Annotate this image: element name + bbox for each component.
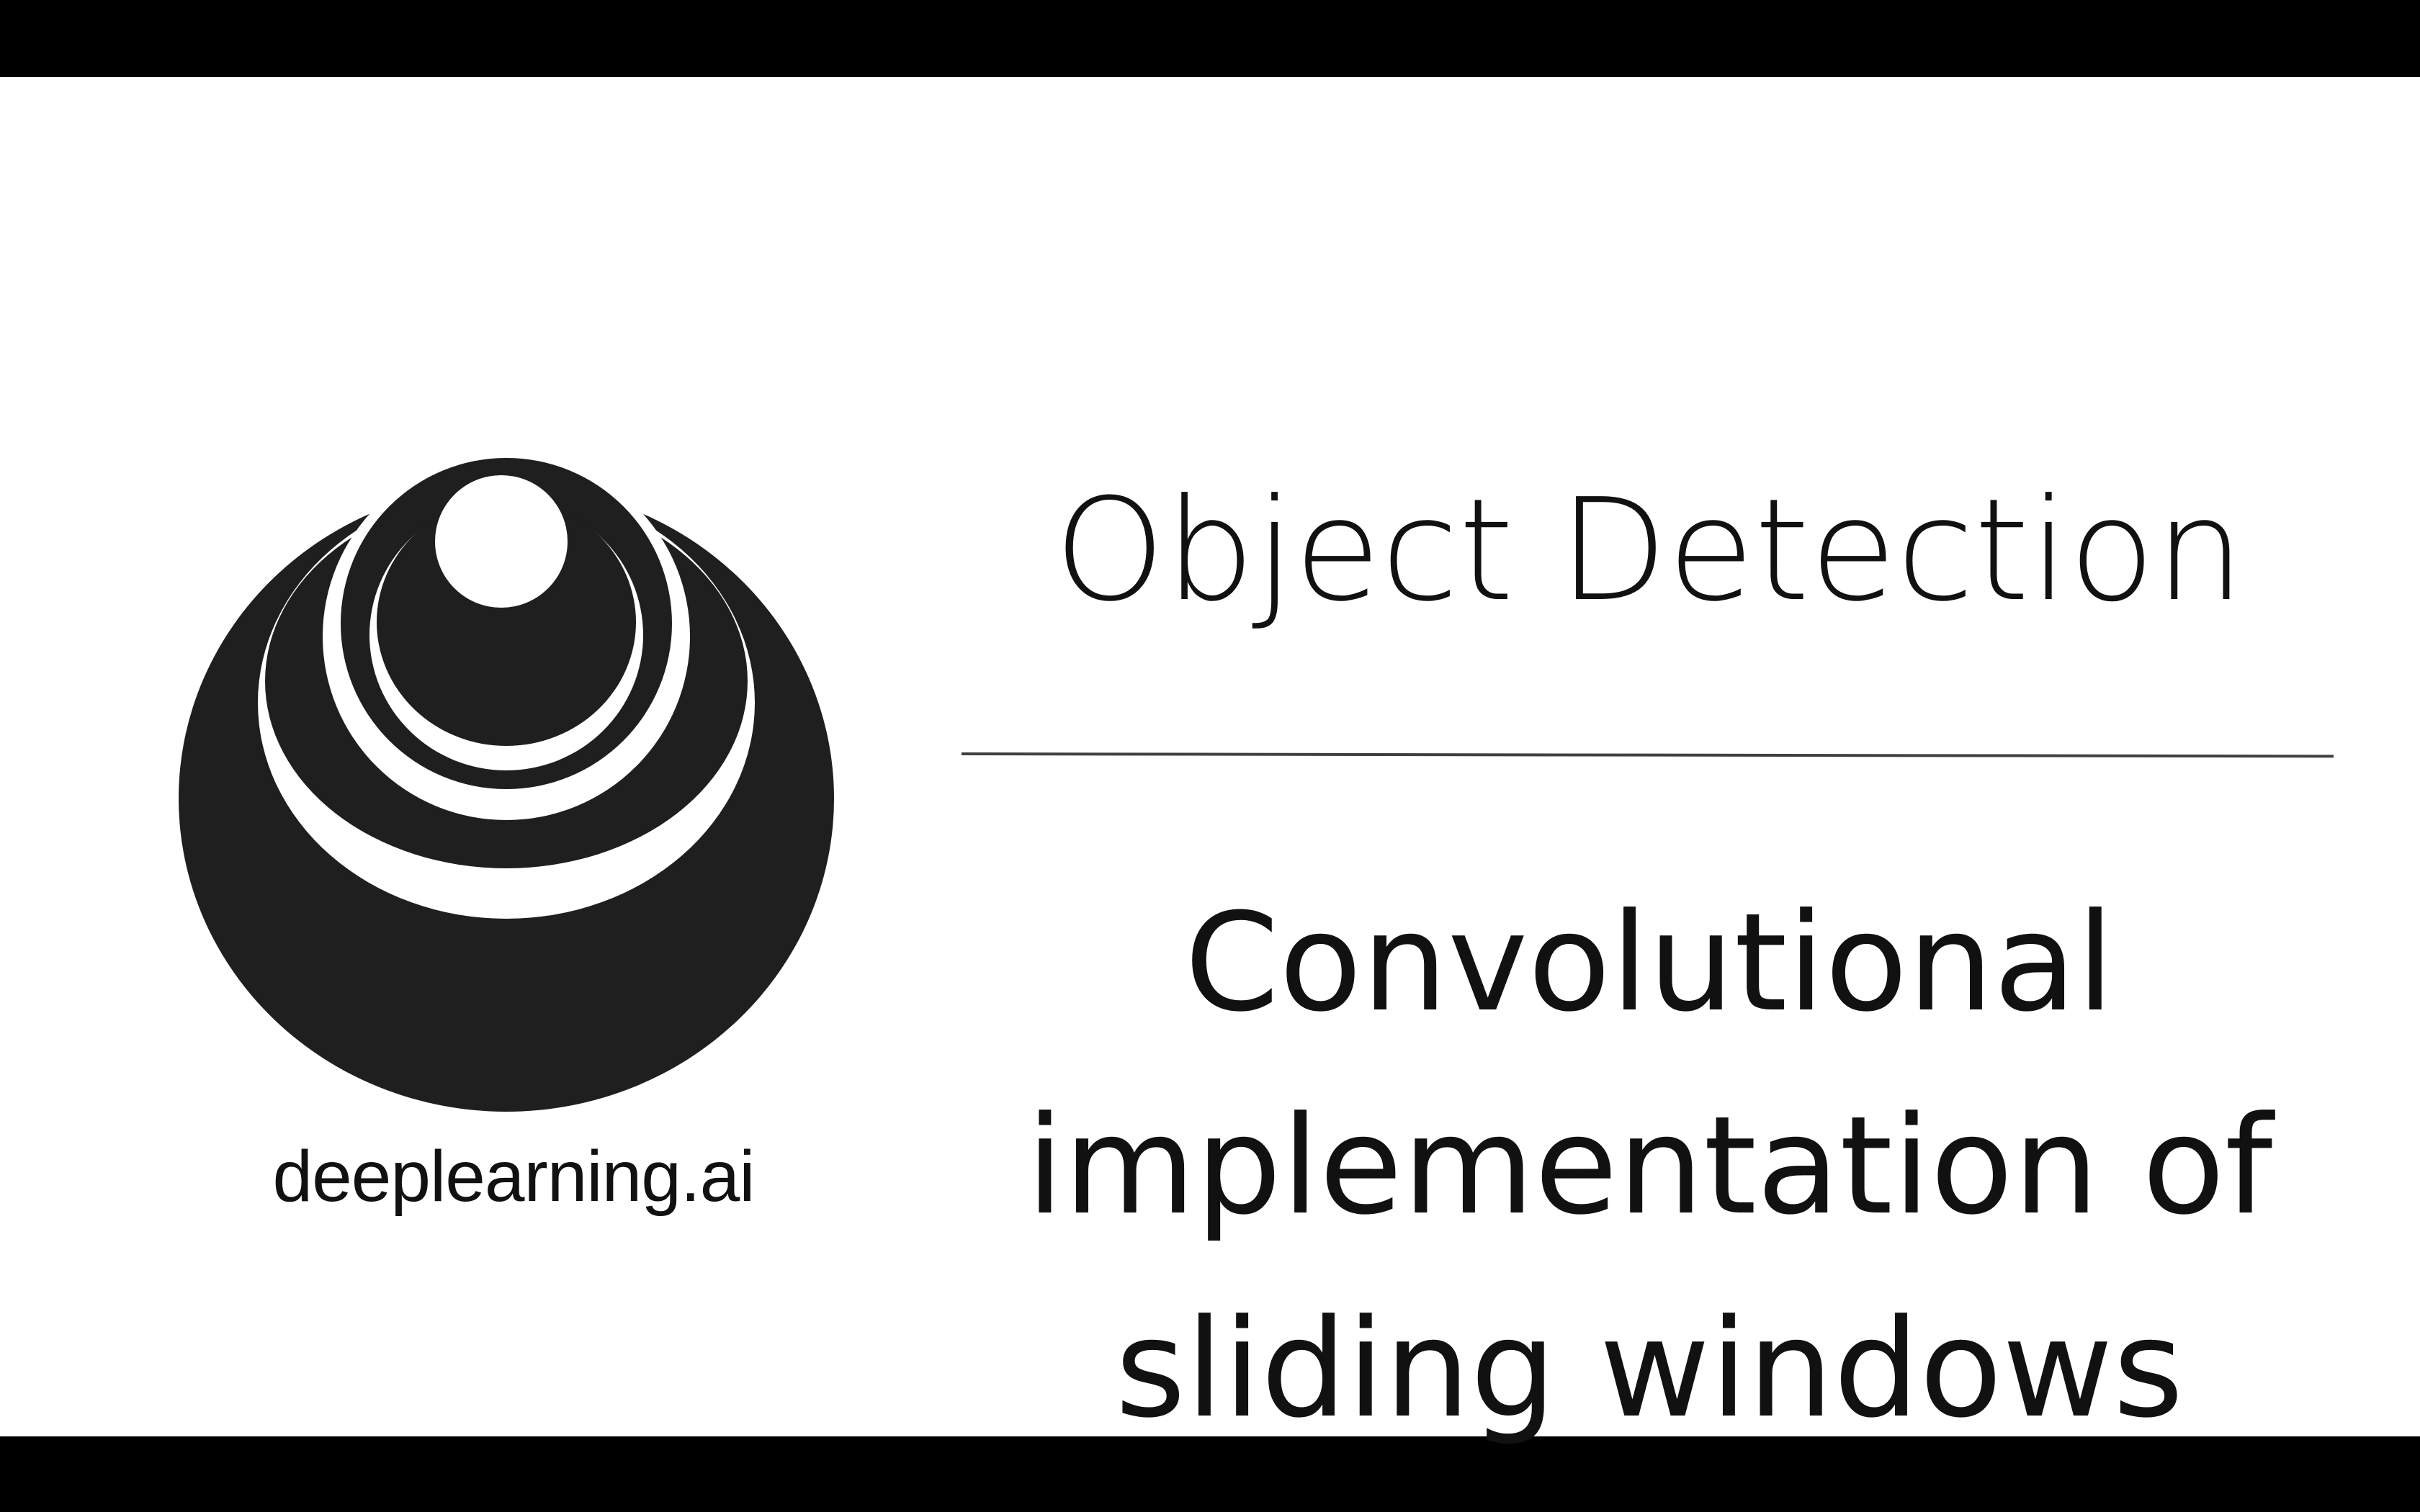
subtitle-line-3: sliding windows: [1115, 1290, 2184, 1448]
slide-subtitle: Convolutional implementation of sliding …: [965, 862, 2334, 1471]
title-divider: [961, 752, 2334, 758]
slide-title: Object Detection: [1054, 469, 2245, 633]
concentric-circles-logo-icon: [179, 453, 834, 1112]
video-frame: deeplearning.ai Object Detection Convolu…: [0, 0, 2420, 1512]
subtitle-line-2: implementation of: [1026, 1087, 2273, 1245]
subtitle-line-1: Convolutional: [1184, 884, 2115, 1042]
logo-center-dot: [435, 475, 568, 608]
title-slide: deeplearning.ai Object Detection Convolu…: [0, 77, 2420, 1448]
logo-wordmark: deeplearning.ai: [272, 1136, 756, 1217]
